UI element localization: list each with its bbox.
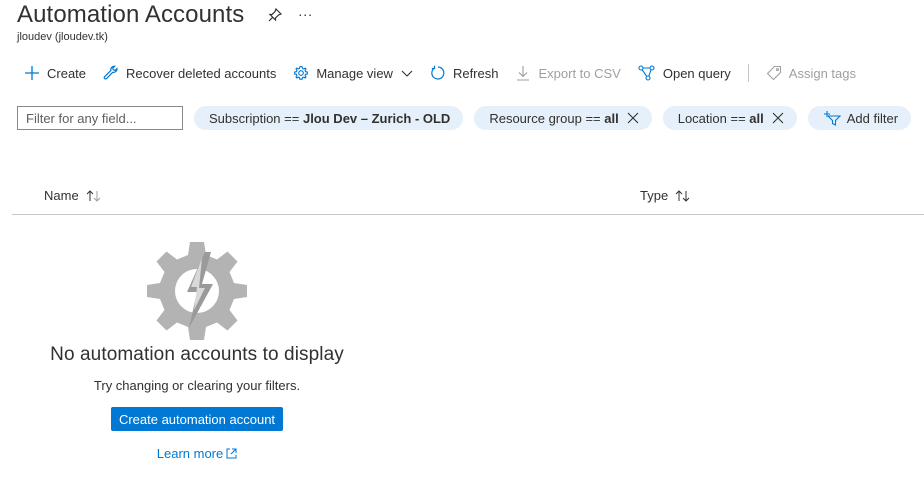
automation-gear-icon [147,240,247,340]
empty-state: No automation accounts to display Try ch… [17,240,377,463]
resource-group-filter-pill[interactable]: Resource group == all [474,106,652,130]
subscription-filter-pill[interactable]: Subscription == Jlou Dev – Zurich - OLD [194,106,464,130]
create-button[interactable]: Create [24,65,86,81]
more-options-button[interactable]: ... [298,3,313,19]
pin-icon[interactable] [266,6,284,24]
plus-icon [25,66,39,80]
column-header-type[interactable]: Type [640,188,692,203]
add-filter-icon [823,111,841,126]
empty-state-title: No automation accounts to display [50,344,344,365]
refresh-label: Refresh [452,65,499,81]
location-filter-value: all [749,110,764,126]
add-filter-label: Add filter [846,110,899,126]
resource-group-filter-value: all [604,110,619,126]
create-automation-account-button[interactable]: Create automation account [110,407,284,431]
close-icon[interactable] [627,112,639,124]
directory-subtitle: jloudev (jloudev.tk) [17,31,108,43]
recover-label: Recover deleted accounts [126,65,277,81]
command-bar: Create Recover deleted accounts Manage v… [24,62,873,84]
subscription-filter-key: Subscription == [209,110,300,126]
sort-icon [86,189,101,202]
location-filter-pill[interactable]: Location == all [662,106,797,130]
manage-view-dropdown[interactable]: Manage view [293,65,413,81]
manage-view-label: Manage view [316,65,393,81]
learn-more-label: Learn more [156,446,224,461]
column-name-label: Name [44,188,79,203]
toolbar-divider [747,64,749,82]
column-type-label: Type [640,188,669,203]
refresh-icon [431,65,445,80]
tag-icon [766,65,781,81]
export-csv-button[interactable]: Export to CSV [515,65,621,81]
sort-icon [675,189,690,202]
recover-deleted-accounts-button[interactable]: Recover deleted accounts [103,65,276,81]
wrench-icon [103,65,118,80]
refresh-button[interactable]: Refresh [430,65,499,81]
assign-tags-button[interactable]: Assign tags [766,65,856,81]
export-csv-label: Export to CSV [538,65,621,81]
filter-input[interactable] [17,106,183,130]
title-row: Automation Accounts ... [17,0,313,30]
column-header-name[interactable]: Name [44,188,103,203]
location-filter-key: Location == [677,110,746,126]
open-query-button[interactable]: Open query [638,65,731,81]
gear-icon [294,65,309,80]
graph-query-icon [638,65,655,81]
external-link-icon [226,448,237,459]
learn-more-link[interactable]: Learn more [157,446,237,461]
assign-tags-label: Assign tags [788,65,856,81]
grid-header: Name Type [12,184,924,215]
resource-group-filter-key: Resource group == [489,110,601,126]
page-title: Automation Accounts [17,1,245,28]
subscription-filter-value: Jlou Dev – Zurich - OLD [302,110,451,126]
add-filter-button[interactable]: Add filter [807,106,912,130]
open-query-label: Open query [662,65,731,81]
chevron-down-icon [401,70,413,77]
create-label: Create [47,65,87,81]
download-icon [517,66,530,81]
empty-state-text: Try changing or clearing your filters. [93,378,301,393]
filter-bar: Subscription == Jlou Dev – Zurich - OLD … [17,106,912,130]
close-icon[interactable] [772,112,784,124]
